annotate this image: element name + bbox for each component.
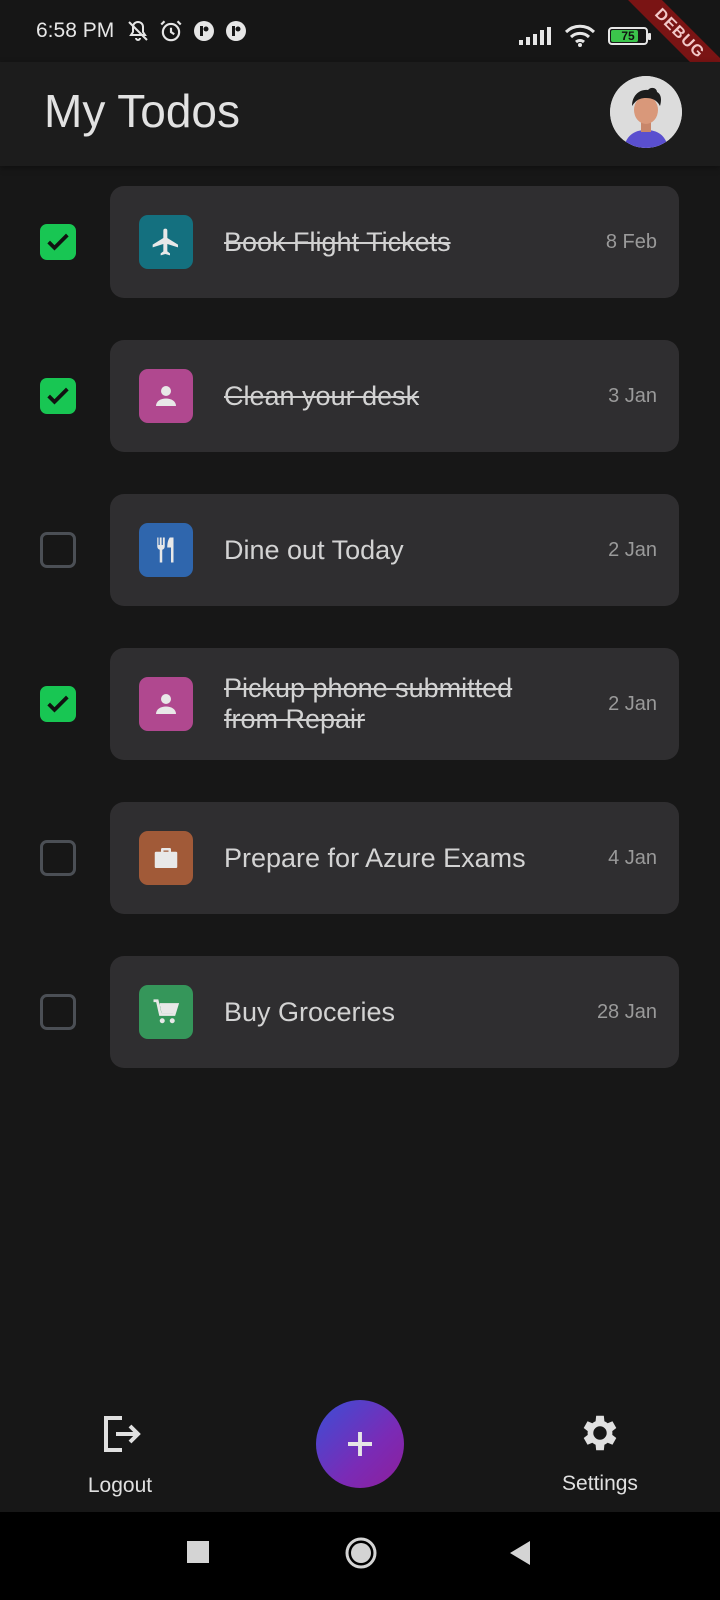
todo-item[interactable]: Buy Groceries 28 Jan — [0, 956, 720, 1068]
status-bar: 6:58 PM 75 — [0, 0, 720, 62]
todo-checkbox[interactable] — [40, 994, 76, 1030]
todo-category-icon — [139, 831, 193, 885]
plus-icon — [348, 1432, 372, 1456]
cart-icon — [153, 999, 180, 1024]
person-icon — [156, 694, 176, 714]
todo-card[interactable]: Buy Groceries 28 Jan — [110, 956, 679, 1068]
alarm-icon — [160, 20, 182, 42]
avatar[interactable] — [610, 76, 682, 148]
todo-card[interactable]: Pickup phone submitted from Repair 2 Jan — [110, 648, 679, 760]
todo-checkbox[interactable] — [40, 686, 76, 722]
app-header: My Todos — [0, 62, 720, 166]
battery-level: 75 — [621, 29, 635, 43]
app-icon — [226, 21, 247, 41]
signal-icon — [519, 27, 551, 45]
battery-icon: 75 — [608, 27, 651, 45]
todo-card[interactable]: Book Flight Tickets 8 Feb — [110, 186, 679, 298]
checkmark-icon — [47, 695, 69, 713]
todo-checkbox[interactable] — [40, 840, 76, 876]
todo-item[interactable]: Pickup phone submitted from Repair 2 Jan — [0, 648, 720, 760]
add-todo-button[interactable] — [316, 1400, 404, 1488]
status-time: 6:58 PM — [36, 19, 115, 42]
todo-checkbox[interactable] — [40, 532, 76, 568]
todo-item[interactable]: Prepare for Azure Exams 4 Jan — [0, 802, 720, 914]
recent-apps-icon[interactable] — [186, 1540, 210, 1564]
logout-label: Logout — [87, 1474, 153, 1497]
todo-card[interactable]: Prepare for Azure Exams 4 Jan — [110, 802, 679, 914]
todo-checkbox[interactable] — [40, 224, 76, 260]
system-nav-bar — [0, 1512, 720, 1600]
todo-card[interactable]: Clean your desk 3 Jan — [110, 340, 679, 452]
settings-button[interactable]: Settings — [560, 1410, 640, 1496]
app-icon — [194, 21, 215, 41]
todo-item[interactable]: Clean your desk 3 Jan — [0, 340, 720, 452]
wifi-icon — [564, 24, 596, 47]
todo-category-icon — [139, 985, 193, 1039]
todo-item[interactable]: Book Flight Tickets 8 Feb — [0, 186, 720, 298]
checkmark-icon — [47, 233, 69, 251]
briefcase-icon — [154, 848, 178, 868]
settings-label: Settings — [562, 1472, 638, 1495]
todo-date: 2 Jan — [608, 692, 657, 715]
person-icon — [156, 386, 176, 406]
logout-button[interactable]: Logout — [78, 1410, 162, 1498]
todo-title: Dine out Today — [224, 534, 404, 565]
todo-checkbox[interactable] — [40, 378, 76, 414]
todo-title: Prepare for Azure Exams — [224, 842, 526, 873]
todo-category-icon — [139, 369, 193, 423]
bottom-bar: Logout Settings — [0, 1390, 720, 1512]
avatar-icon — [610, 76, 682, 148]
todo-date: 28 Jan — [596, 1000, 657, 1023]
bell-off-icon — [128, 20, 148, 41]
todo-category-icon — [139, 215, 193, 269]
todo-category-icon — [139, 523, 193, 577]
airplane-icon — [152, 228, 178, 256]
todo-date: 3 Jan — [608, 384, 657, 407]
todo-date: 4 Jan — [608, 846, 657, 869]
todo-item[interactable]: Dine out Today 2 Jan — [0, 494, 720, 606]
todo-date: 8 Feb — [605, 230, 657, 253]
page-title: My Todos — [44, 85, 241, 137]
gear-icon — [583, 1415, 617, 1451]
todo-date: 2 Jan — [608, 538, 657, 561]
back-icon[interactable] — [508, 1540, 532, 1566]
todo-title: Clean your desk — [224, 380, 420, 411]
todo-category-icon — [139, 677, 193, 731]
checkmark-icon — [47, 387, 69, 405]
logout-icon — [104, 1416, 141, 1452]
todo-title: Buy Groceries — [224, 996, 396, 1027]
home-icon[interactable] — [344, 1536, 378, 1570]
todo-card[interactable]: Dine out Today 2 Jan — [110, 494, 679, 606]
todo-title: Book Flight Tickets — [224, 226, 451, 257]
restaurant-icon — [157, 537, 174, 563]
todo-title: Pickup phone submitted from Repair — [224, 673, 513, 734]
